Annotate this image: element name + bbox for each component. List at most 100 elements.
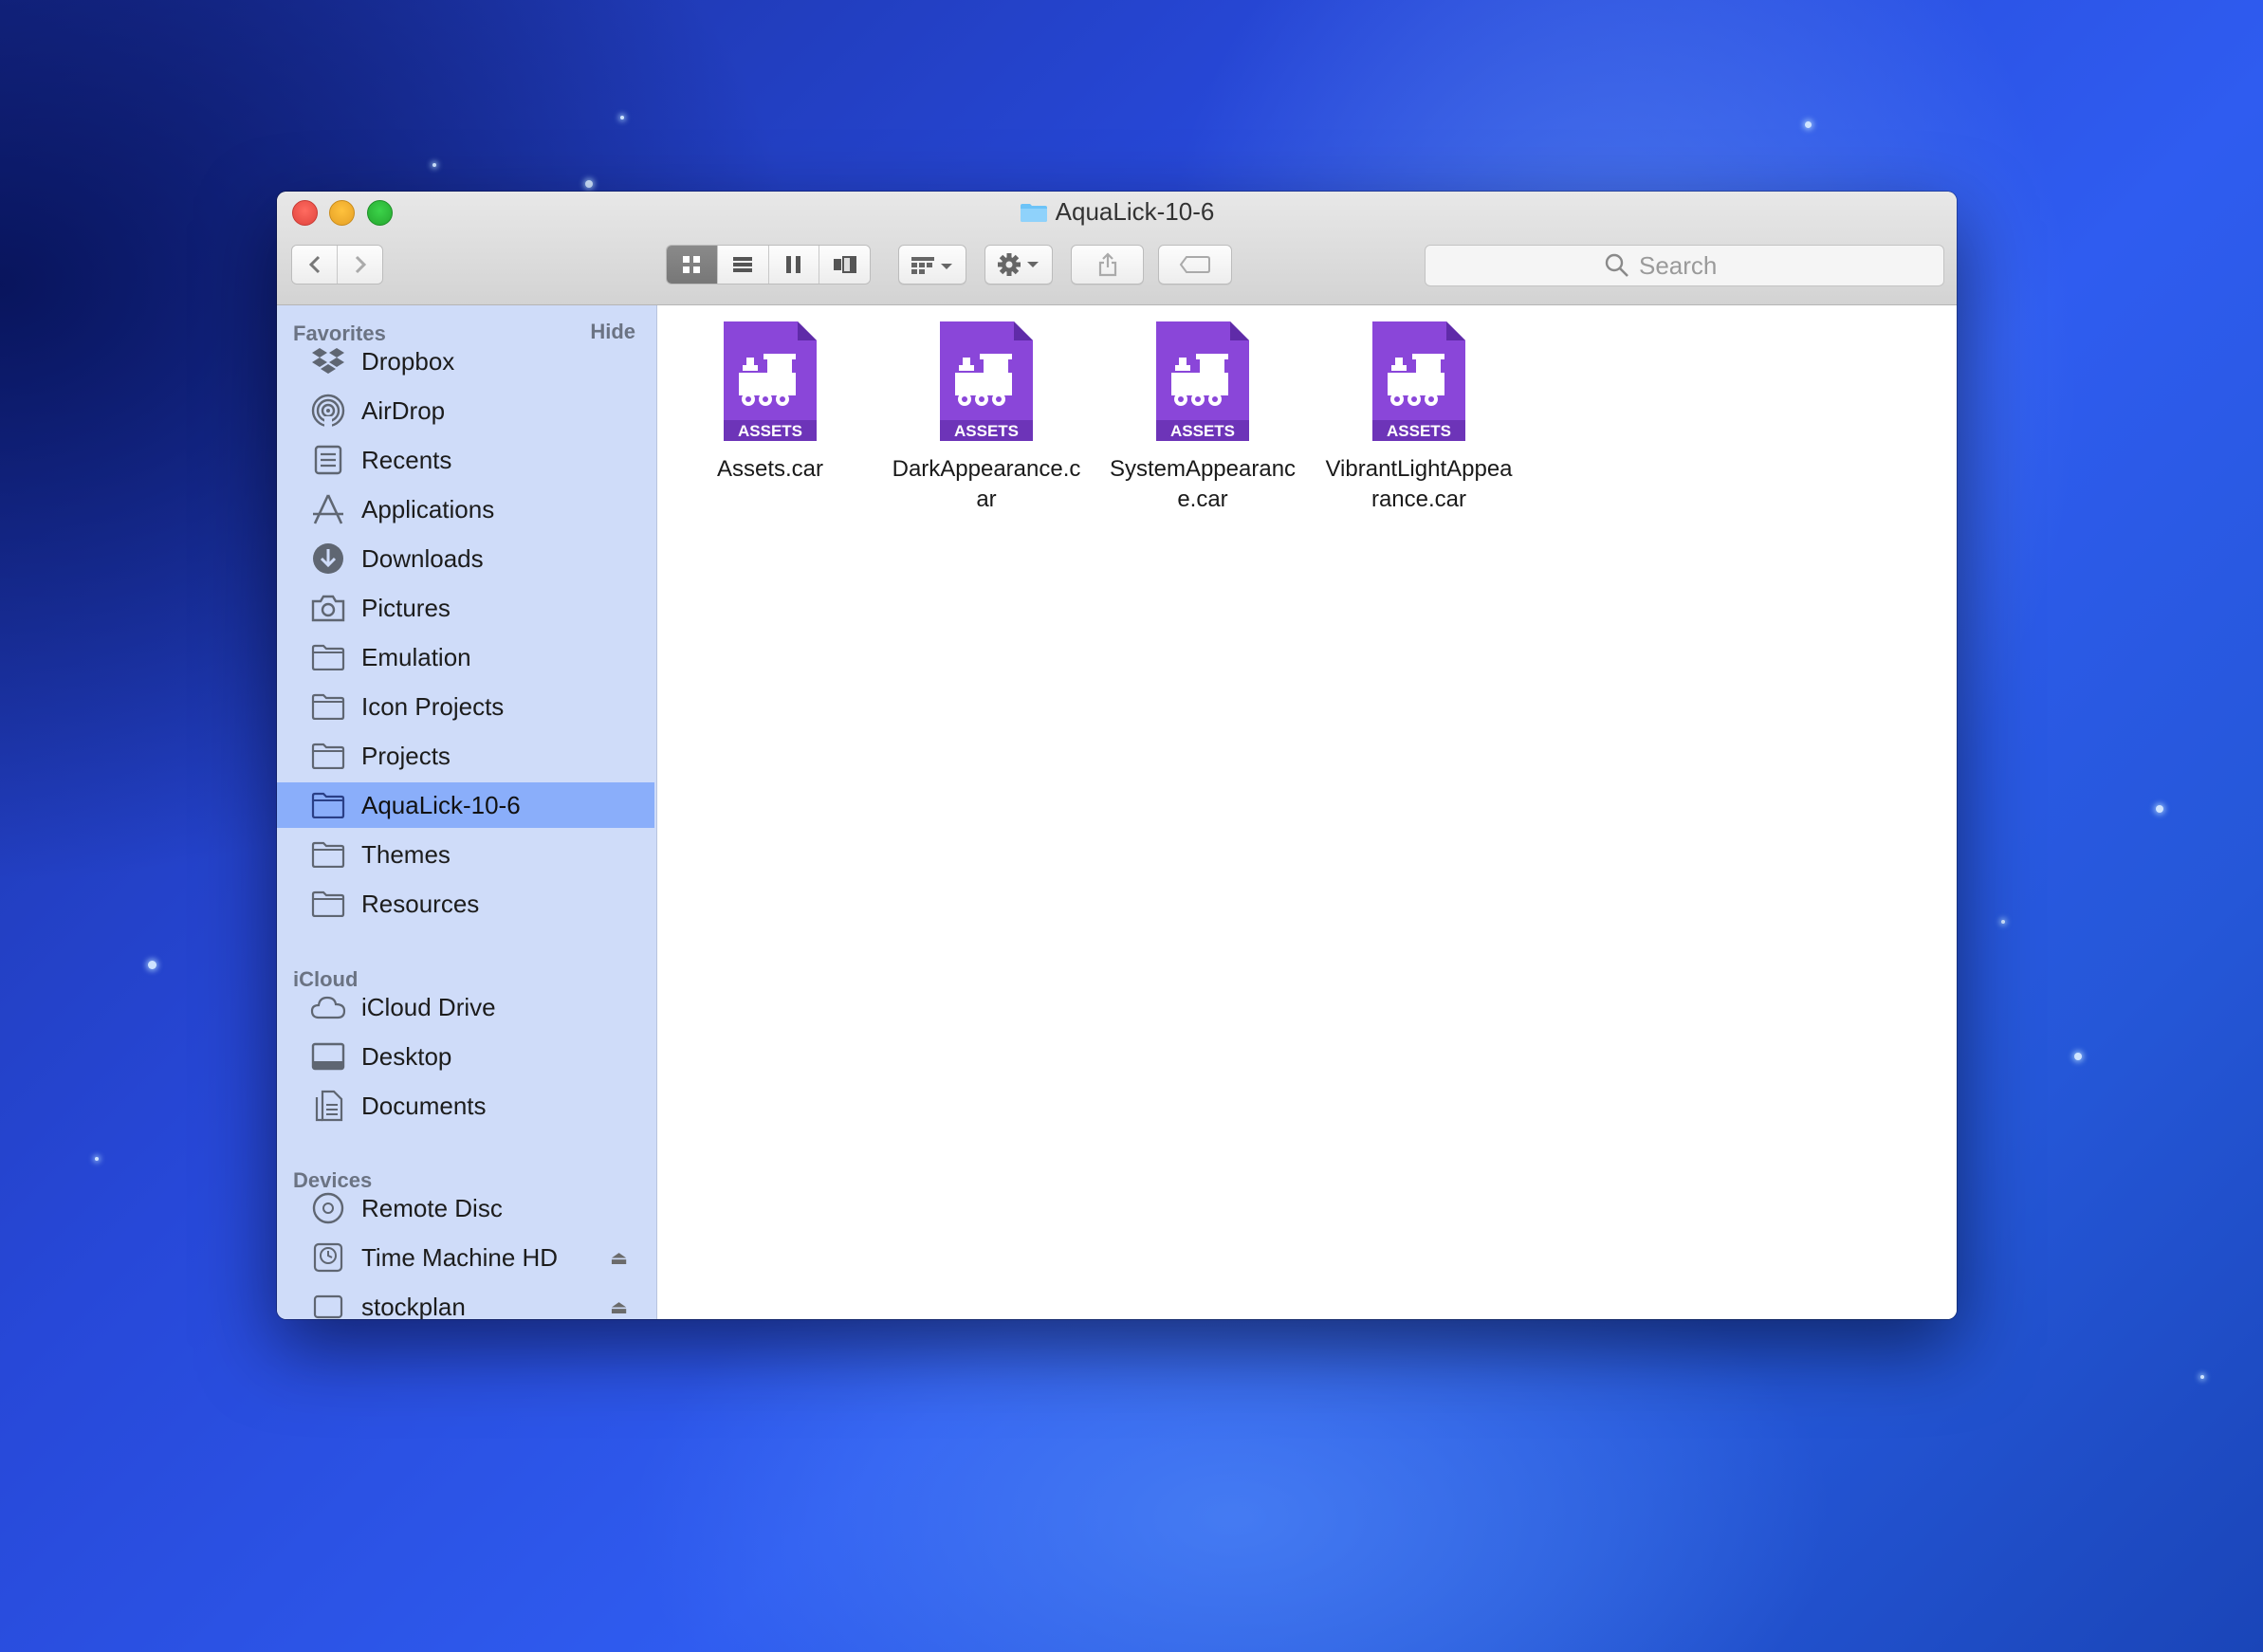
desktop-icon [310, 1041, 346, 1072]
sidebar-item-resources[interactable]: Resources [277, 881, 654, 927]
desktop-star [2156, 805, 2163, 813]
sidebar-item-label: Applications [361, 494, 495, 523]
search-icon [1605, 253, 1628, 277]
assets-badge: ASSETS [953, 422, 1020, 440]
desktop-star [2001, 920, 2005, 924]
eject-icon[interactable]: ⏏ [610, 1246, 628, 1270]
sidebar-item-icloud-drive[interactable]: iCloud Drive [277, 984, 654, 1030]
sidebar-item-themes[interactable]: Themes [277, 832, 654, 877]
folder-icon [310, 839, 346, 870]
folder-icon [310, 691, 346, 722]
file-item[interactable]: Assets.car [662, 320, 878, 485]
chevron-left-icon [308, 255, 320, 274]
sidebar-item-label: Dropbox [361, 346, 455, 376]
finder-window: AquaLick-10-6 Search Favorites Hide Drop… [277, 192, 1957, 1319]
folder-icon [310, 790, 346, 820]
dropbox-icon [310, 346, 346, 376]
sidebar-item-label: Projects [361, 741, 451, 770]
sidebar-item-label: Downloads [361, 543, 484, 573]
sidebar-item-label: Recents [361, 445, 452, 474]
assets-badge: ASSETS [737, 422, 803, 440]
downloads-icon [310, 543, 346, 574]
desktop-star [95, 1157, 99, 1161]
file-name: VibrantLightAppea rance.car [1325, 456, 1513, 512]
sidebar-item-label: Remote Disc [361, 1193, 503, 1222]
recents-icon [310, 445, 346, 475]
column-view-button[interactable] [767, 246, 819, 284]
arrange-icon [911, 257, 952, 274]
folder-icon [310, 642, 346, 672]
forward-button[interactable] [337, 246, 382, 284]
file-item[interactable]: SystemAppearanc e.car [1095, 320, 1311, 515]
desktop-star [2074, 1053, 2082, 1060]
sidebar-item-pictures[interactable]: Pictures [277, 585, 654, 631]
desktop-star [620, 116, 624, 119]
eject-icon[interactable]: ⏏ [610, 1295, 628, 1319]
sidebar-item-label: Themes [361, 839, 451, 869]
folder-icon [1020, 204, 1047, 222]
sidebar-item-downloads[interactable]: Downloads [277, 536, 654, 581]
sidebar-item-aqualick-10-6[interactable]: AquaLick-10-6 [277, 782, 654, 828]
disc-icon [310, 1192, 346, 1224]
folder-icon [310, 741, 346, 771]
cloud-icon [310, 992, 346, 1022]
sidebar-item-remote-disc[interactable]: Remote Disc [277, 1185, 654, 1231]
back-button[interactable] [292, 246, 337, 284]
tags-button[interactable] [1158, 245, 1232, 285]
sidebar-item-label: Time Machine HD [361, 1242, 559, 1272]
share-button[interactable] [1071, 245, 1144, 285]
share-icon [1098, 252, 1116, 277]
desktop-star [148, 961, 156, 969]
list-view-button[interactable] [716, 246, 768, 284]
sidebar-item-label: AirDrop [361, 395, 446, 425]
chevron-right-icon [355, 255, 366, 274]
sidebar-item-label: Icon Projects [361, 691, 505, 721]
search-input[interactable] [1637, 249, 1764, 282]
sidebar-item-label: Pictures [361, 593, 451, 622]
gear-icon [998, 253, 1039, 276]
sidebar-item-label: stockplan [361, 1292, 466, 1320]
file-name: SystemAppearanc e.car [1109, 456, 1297, 512]
window-title-area: AquaLick-10-6 [277, 197, 1957, 227]
file-item[interactable]: VibrantLightAppea rance.car [1311, 320, 1527, 515]
folder-icon [310, 889, 346, 919]
sidebar-item-airdrop[interactable]: AirDrop [277, 388, 654, 433]
list-icon [733, 257, 753, 272]
toolbar: AquaLick-10-6 [277, 192, 1957, 305]
sidebar-item-label: Desktop [361, 1041, 452, 1071]
documents-icon [310, 1090, 346, 1122]
sidebar-item-icon-projects[interactable]: Icon Projects [277, 684, 654, 729]
sidebar-item-stockplan[interactable]: stockplan ⏏ [277, 1284, 654, 1319]
cover-flow-view-button[interactable] [819, 246, 870, 284]
sidebar-item-applications[interactable]: Applications [277, 486, 654, 532]
assets-badge: ASSETS [1386, 422, 1452, 440]
sidebar-item-recents[interactable]: Recents [277, 437, 654, 483]
sidebar-item-label: Documents [361, 1091, 487, 1120]
sidebar-item-projects[interactable]: Projects [277, 733, 654, 779]
back-forward-control [291, 245, 383, 285]
assets-badge: ASSETS [1169, 422, 1236, 440]
sidebar-item-time-machine-hd[interactable]: Time Machine HD ⏏ [277, 1235, 654, 1280]
search-field[interactable] [1425, 245, 1944, 286]
sidebar: Favorites Hide Dropbox AirDrop Recents A… [277, 305, 657, 1319]
arrange-button[interactable] [898, 245, 966, 285]
sidebar-item-desktop[interactable]: Desktop [277, 1034, 654, 1079]
sidebar-item-documents[interactable]: Documents [277, 1083, 654, 1129]
sidebar-item-label: AquaLick-10-6 [361, 790, 521, 819]
icon-view-button[interactable] [667, 246, 717, 284]
window-title: AquaLick-10-6 [1055, 197, 1215, 226]
desktop-star [1805, 121, 1812, 128]
sidebar-item-label: Emulation [361, 642, 471, 671]
action-button[interactable] [984, 245, 1053, 285]
desktop-star [432, 163, 436, 167]
airdrop-icon [310, 394, 346, 428]
columns-icon [785, 256, 800, 273]
tag-icon [1179, 256, 1210, 273]
file-item[interactable]: DarkAppearance.c ar [878, 320, 1095, 515]
sidebar-item-emulation[interactable]: Emulation [277, 634, 654, 680]
desktop-star [2200, 1375, 2204, 1379]
sidebar-item-dropbox[interactable]: Dropbox [277, 339, 654, 384]
time-machine-icon [310, 1242, 346, 1273]
applications-icon [310, 494, 346, 524]
sidebar-item-label: iCloud Drive [361, 992, 496, 1021]
